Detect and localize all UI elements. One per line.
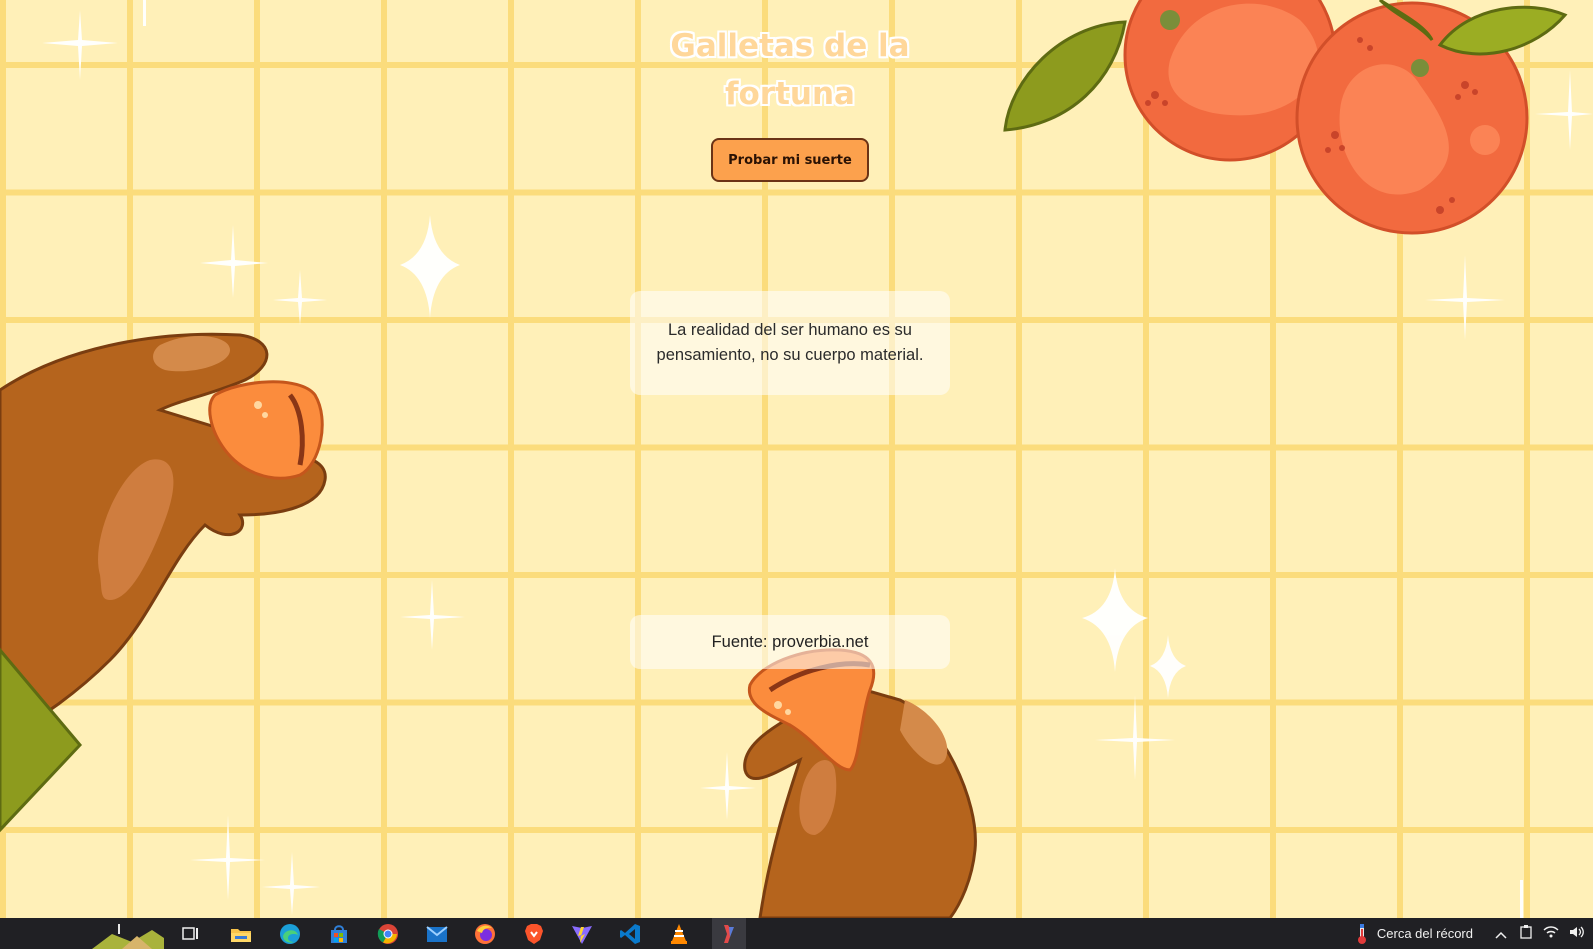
chrome-icon[interactable] — [375, 921, 401, 947]
vscode-icon[interactable] — [617, 921, 643, 947]
file-explorer-icon[interactable] — [228, 921, 254, 947]
firefox-icon[interactable] — [472, 921, 498, 947]
try-luck-button[interactable]: Probar mi suerte — [711, 138, 869, 182]
left-hand-illustration — [0, 332, 327, 833]
device-icon[interactable] — [1519, 924, 1533, 944]
brave-icon[interactable] — [521, 921, 547, 947]
windows-taskbar: Cerca del récord — [0, 918, 1593, 949]
chevron-up-icon[interactable] — [1495, 924, 1507, 943]
volume-icon[interactable] — [1569, 924, 1585, 943]
vite-icon[interactable] — [569, 921, 595, 947]
wifi-icon[interactable] — [1543, 924, 1559, 943]
weather-widget-thumbnail[interactable] — [92, 918, 164, 949]
vlc-icon[interactable] — [666, 921, 692, 947]
system-tray: Cerca del récord — [1355, 918, 1593, 949]
page-title: Galletas de la fortuna — [670, 28, 910, 112]
store-icon[interactable] — [326, 921, 352, 947]
quote-text: La realidad del ser humano es su pensami… — [656, 321, 924, 364]
thermometer-icon[interactable] — [1355, 923, 1369, 945]
oranges-illustration — [1003, 0, 1568, 235]
landscape-icon — [92, 924, 164, 949]
source-card: Fuente: proverbia.net — [630, 615, 950, 669]
edge-icon[interactable] — [277, 921, 303, 947]
quote-card: La realidad del ser humano es su pensami… — [630, 291, 950, 395]
source-text: Fuente: proverbia.net — [711, 632, 869, 651]
task-view-icon[interactable] — [178, 921, 204, 947]
active-app-icon[interactable] — [712, 918, 746, 949]
weather-text[interactable]: Cerca del récord — [1377, 926, 1473, 941]
fortune-page: Galletas de la fortuna Probar mi suerte … — [0, 0, 1593, 918]
bottom-hand-illustration — [743, 648, 977, 918]
mail-icon[interactable] — [424, 921, 450, 947]
